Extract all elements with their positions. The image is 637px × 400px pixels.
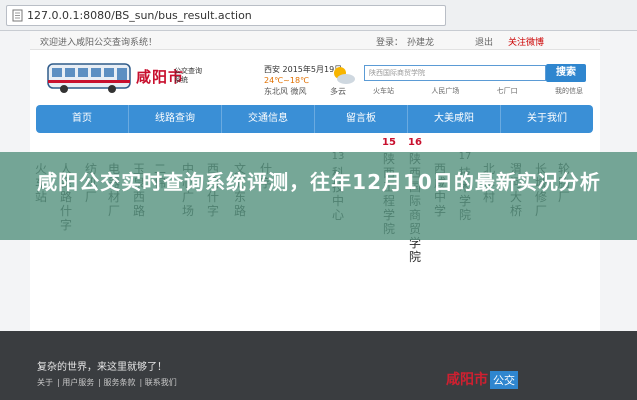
footer-link[interactable]: 联系我们: [145, 378, 177, 387]
bus-stop-number: 16: [408, 137, 422, 148]
browser-address-bar: 127.0.0.1:8080/BS_sun/bus_result.action: [0, 0, 637, 31]
page-icon: [12, 9, 23, 22]
footer-link[interactable]: 用户服务: [62, 378, 94, 387]
url-text: 127.0.0.1:8080/BS_sun/bus_result.action: [27, 9, 252, 22]
login-area: 登录： 孙建龙: [376, 35, 438, 48]
route-search-input[interactable]: 陕西国际商贸学院: [364, 65, 546, 81]
logout-link[interactable]: 退出: [475, 35, 493, 48]
weather-condition: 多云: [330, 87, 346, 96]
weather-widget: 西安 2015年5月19日 24℃~18℃ 东北风 微风 多云: [264, 64, 355, 97]
footer-logo-city: 咸阳市: [446, 372, 488, 388]
quick-links: 火车站 人民广场 七厂口 我的信息: [373, 86, 583, 96]
quick-link[interactable]: 火车站: [373, 86, 394, 96]
footer: 复杂的世界，来这里就够了！ 关于 | 用户服务 | 服务条款 | 联系我们 咸阳市 公交: [0, 331, 637, 400]
quick-link[interactable]: 人民广场: [431, 86, 459, 96]
site-logo[interactable]: 咸阳市 公交查询系统: [46, 58, 256, 102]
username-link[interactable]: 孙建龙: [407, 38, 434, 48]
login-label: 登录：: [376, 38, 404, 48]
footer-tagline: 复杂的世界，来这里就够了！: [37, 362, 167, 373]
welcome-text: 欢迎进入咸阳公交查询系统！: [40, 38, 158, 48]
quick-link[interactable]: 七厂口: [497, 86, 518, 96]
search-button[interactable]: 搜索: [546, 64, 586, 82]
top-strip: 欢迎进入咸阳公交查询系统！ 登录： 孙建龙 退出 关注微博: [30, 31, 600, 50]
bus-stop-number: 15: [382, 137, 396, 148]
footer-link[interactable]: 关于: [37, 378, 53, 387]
cloudy-sun-icon: [334, 67, 355, 84]
logo-subtitle: 公交查询系统: [174, 67, 202, 84]
footer-links: 关于 | 用户服务 | 服务条款 | 联系我们: [37, 378, 177, 387]
bus-icon: [47, 63, 131, 93]
url-input[interactable]: 127.0.0.1:8080/BS_sun/bus_result.action: [6, 5, 446, 26]
footer-logo: 咸阳市 公交: [446, 369, 518, 389]
weibo-follow-link[interactable]: 关注微博: [508, 35, 544, 48]
headline-banner: 咸阳公交实时查询系统评测，往年12月10日的最新实况分析: [0, 152, 637, 240]
headline-title: 咸阳公交实时查询系统评测，往年12月10日的最新实况分析: [37, 170, 601, 194]
quick-link[interactable]: 我的信息: [555, 86, 583, 96]
footer-logo-box: 公交: [490, 371, 518, 389]
footer-link[interactable]: 服务条款: [104, 378, 136, 387]
